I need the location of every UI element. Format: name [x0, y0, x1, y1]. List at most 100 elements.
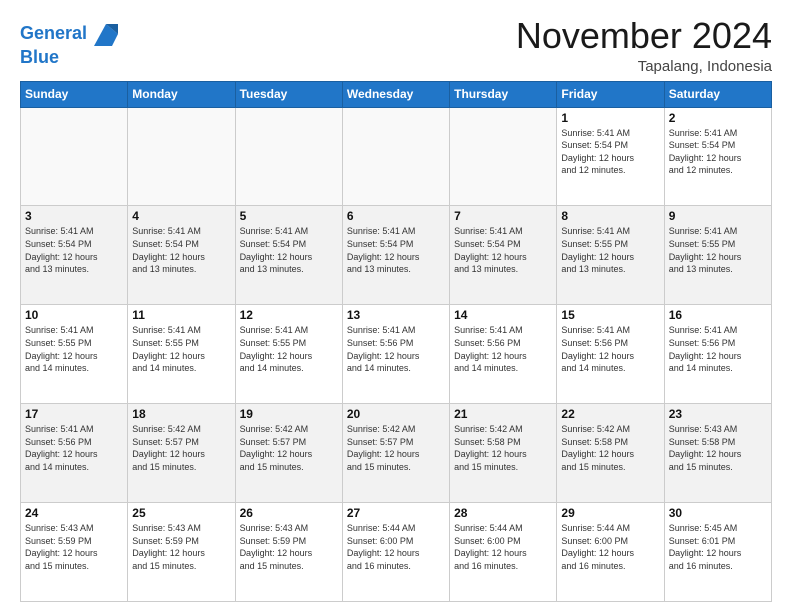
- day-info: Sunrise: 5:41 AM Sunset: 5:56 PM Dayligh…: [669, 324, 767, 374]
- day-info: Sunrise: 5:41 AM Sunset: 5:55 PM Dayligh…: [561, 225, 659, 275]
- table-row: 15 Sunrise: 5:41 AM Sunset: 5:56 PM Dayli…: [557, 305, 664, 404]
- day-number: 20: [347, 407, 445, 421]
- col-friday: Friday: [557, 81, 664, 107]
- day-number: 29: [561, 506, 659, 520]
- day-info: Sunrise: 5:43 AM Sunset: 5:58 PM Dayligh…: [669, 423, 767, 473]
- logo-icon: [92, 20, 120, 48]
- day-number: 5: [240, 209, 338, 223]
- col-sunday: Sunday: [21, 81, 128, 107]
- table-row: 22 Sunrise: 5:42 AM Sunset: 5:58 PM Dayli…: [557, 404, 664, 503]
- col-thursday: Thursday: [450, 81, 557, 107]
- col-tuesday: Tuesday: [235, 81, 342, 107]
- day-info: Sunrise: 5:42 AM Sunset: 5:57 PM Dayligh…: [347, 423, 445, 473]
- day-info: Sunrise: 5:41 AM Sunset: 5:56 PM Dayligh…: [347, 324, 445, 374]
- table-row: [342, 107, 449, 206]
- day-number: 25: [132, 506, 230, 520]
- day-number: 9: [669, 209, 767, 223]
- page: General Blue November 2024 Tapalang, Ind…: [0, 0, 792, 612]
- day-number: 6: [347, 209, 445, 223]
- day-info: Sunrise: 5:41 AM Sunset: 5:54 PM Dayligh…: [454, 225, 552, 275]
- day-info: Sunrise: 5:44 AM Sunset: 6:00 PM Dayligh…: [561, 522, 659, 572]
- table-row: 30 Sunrise: 5:45 AM Sunset: 6:01 PM Dayli…: [664, 503, 771, 602]
- day-info: Sunrise: 5:42 AM Sunset: 5:57 PM Dayligh…: [240, 423, 338, 473]
- table-row: 23Sunrise: 5:43 AM Sunset: 5:58 PM Dayli…: [664, 404, 771, 503]
- col-wednesday: Wednesday: [342, 81, 449, 107]
- calendar-table: Sunday Monday Tuesday Wednesday Thursday…: [20, 81, 772, 602]
- col-monday: Monday: [128, 81, 235, 107]
- day-info: Sunrise: 5:41 AM Sunset: 5:54 PM Dayligh…: [669, 127, 767, 177]
- calendar-week-row: 1 Sunrise: 5:41 AM Sunset: 5:54 PM Daylig…: [21, 107, 772, 206]
- day-number: 28: [454, 506, 552, 520]
- table-row: [21, 107, 128, 206]
- table-row: 18Sunrise: 5:42 AM Sunset: 5:57 PM Dayli…: [128, 404, 235, 503]
- day-number: 11: [132, 308, 230, 322]
- day-number: 10: [25, 308, 123, 322]
- day-number: 24: [25, 506, 123, 520]
- subtitle: Tapalang, Indonesia: [516, 58, 772, 75]
- day-info: Sunrise: 5:41 AM Sunset: 5:54 PM Dayligh…: [240, 225, 338, 275]
- day-info: Sunrise: 5:41 AM Sunset: 5:56 PM Dayligh…: [25, 423, 123, 473]
- day-info: Sunrise: 5:41 AM Sunset: 5:56 PM Dayligh…: [454, 324, 552, 374]
- table-row: 7 Sunrise: 5:41 AM Sunset: 5:54 PM Daylig…: [450, 206, 557, 305]
- day-number: 16: [669, 308, 767, 322]
- day-number: 13: [347, 308, 445, 322]
- day-info: Sunrise: 5:42 AM Sunset: 5:58 PM Dayligh…: [561, 423, 659, 473]
- table-row: 14Sunrise: 5:41 AM Sunset: 5:56 PM Dayli…: [450, 305, 557, 404]
- table-row: 28 Sunrise: 5:44 AM Sunset: 6:00 PM Dayli…: [450, 503, 557, 602]
- day-number: 15: [561, 308, 659, 322]
- table-row: 24Sunrise: 5:43 AM Sunset: 5:59 PM Dayli…: [21, 503, 128, 602]
- day-number: 2: [669, 111, 767, 125]
- day-info: Sunrise: 5:42 AM Sunset: 5:58 PM Dayligh…: [454, 423, 552, 473]
- table-row: 27 Sunrise: 5:44 AM Sunset: 6:00 PM Dayli…: [342, 503, 449, 602]
- table-row: 20 Sunrise: 5:42 AM Sunset: 5:57 PM Dayli…: [342, 404, 449, 503]
- day-number: 3: [25, 209, 123, 223]
- day-number: 26: [240, 506, 338, 520]
- day-number: 30: [669, 506, 767, 520]
- table-row: 25 Sunrise: 5:43 AM Sunset: 5:59 PM Dayli…: [128, 503, 235, 602]
- logo-text: General: [20, 24, 87, 44]
- table-row: 3Sunrise: 5:41 AM Sunset: 5:54 PM Daylig…: [21, 206, 128, 305]
- day-number: 21: [454, 407, 552, 421]
- table-row: 9 Sunrise: 5:41 AM Sunset: 5:55 PM Daylig…: [664, 206, 771, 305]
- table-row: [128, 107, 235, 206]
- day-number: 8: [561, 209, 659, 223]
- day-info: Sunrise: 5:44 AM Sunset: 6:00 PM Dayligh…: [347, 522, 445, 572]
- day-number: 1: [561, 111, 659, 125]
- table-row: 8 Sunrise: 5:41 AM Sunset: 5:55 PM Daylig…: [557, 206, 664, 305]
- calendar-header-row: Sunday Monday Tuesday Wednesday Thursday…: [21, 81, 772, 107]
- table-row: 4 Sunrise: 5:41 AM Sunset: 5:54 PM Daylig…: [128, 206, 235, 305]
- table-row: 10Sunrise: 5:41 AM Sunset: 5:55 PM Dayli…: [21, 305, 128, 404]
- table-row: 16 Sunrise: 5:41 AM Sunset: 5:56 PM Dayli…: [664, 305, 771, 404]
- day-number: 12: [240, 308, 338, 322]
- table-row: 17Sunrise: 5:41 AM Sunset: 5:56 PM Dayli…: [21, 404, 128, 503]
- day-info: Sunrise: 5:44 AM Sunset: 6:00 PM Dayligh…: [454, 522, 552, 572]
- day-number: 22: [561, 407, 659, 421]
- month-title: November 2024: [516, 16, 772, 56]
- day-info: Sunrise: 5:41 AM Sunset: 5:55 PM Dayligh…: [669, 225, 767, 275]
- table-row: 21 Sunrise: 5:42 AM Sunset: 5:58 PM Dayli…: [450, 404, 557, 503]
- table-row: 13 Sunrise: 5:41 AM Sunset: 5:56 PM Dayli…: [342, 305, 449, 404]
- table-row: 5 Sunrise: 5:41 AM Sunset: 5:54 PM Daylig…: [235, 206, 342, 305]
- calendar-week-row: 24 Sunrise: 5:43 AM Sunset: 5:59 PM Dayli…: [21, 503, 772, 602]
- logo-blue-text: Blue: [20, 48, 120, 68]
- calendar-week-row: 10Sunrise: 5:41 AM Sunset: 5:55 PM Dayli…: [21, 305, 772, 404]
- table-row: 6Sunrise: 5:41 AM Sunset: 5:54 PM Daylig…: [342, 206, 449, 305]
- calendar-week-row: 3 Sunrise: 5:41 AM Sunset: 5:54 PM Daylig…: [21, 206, 772, 305]
- logo: General Blue: [20, 20, 120, 68]
- table-row: 19 Sunrise: 5:42 AM Sunset: 5:57 PM Dayli…: [235, 404, 342, 503]
- day-info: Sunrise: 5:41 AM Sunset: 5:54 PM Dayligh…: [132, 225, 230, 275]
- day-number: 27: [347, 506, 445, 520]
- calendar-week-row: 17Sunrise: 5:41 AM Sunset: 5:56 PM Dayli…: [21, 404, 772, 503]
- table-row: 29 Sunrise: 5:44 AM Sunset: 6:00 PM Dayli…: [557, 503, 664, 602]
- table-row: 1Sunrise: 5:41 AM Sunset: 5:54 PM Daylig…: [557, 107, 664, 206]
- table-row: 12Sunrise: 5:41 AM Sunset: 5:55 PM Dayli…: [235, 305, 342, 404]
- day-number: 7: [454, 209, 552, 223]
- table-row: 26Sunrise: 5:43 AM Sunset: 5:59 PM Dayli…: [235, 503, 342, 602]
- day-info: Sunrise: 5:43 AM Sunset: 5:59 PM Dayligh…: [132, 522, 230, 572]
- day-number: 19: [240, 407, 338, 421]
- day-number: 4: [132, 209, 230, 223]
- table-row: 2 Sunrise: 5:41 AM Sunset: 5:54 PM Daylig…: [664, 107, 771, 206]
- col-saturday: Saturday: [664, 81, 771, 107]
- day-info: Sunrise: 5:45 AM Sunset: 6:01 PM Dayligh…: [669, 522, 767, 572]
- day-info: Sunrise: 5:41 AM Sunset: 5:56 PM Dayligh…: [561, 324, 659, 374]
